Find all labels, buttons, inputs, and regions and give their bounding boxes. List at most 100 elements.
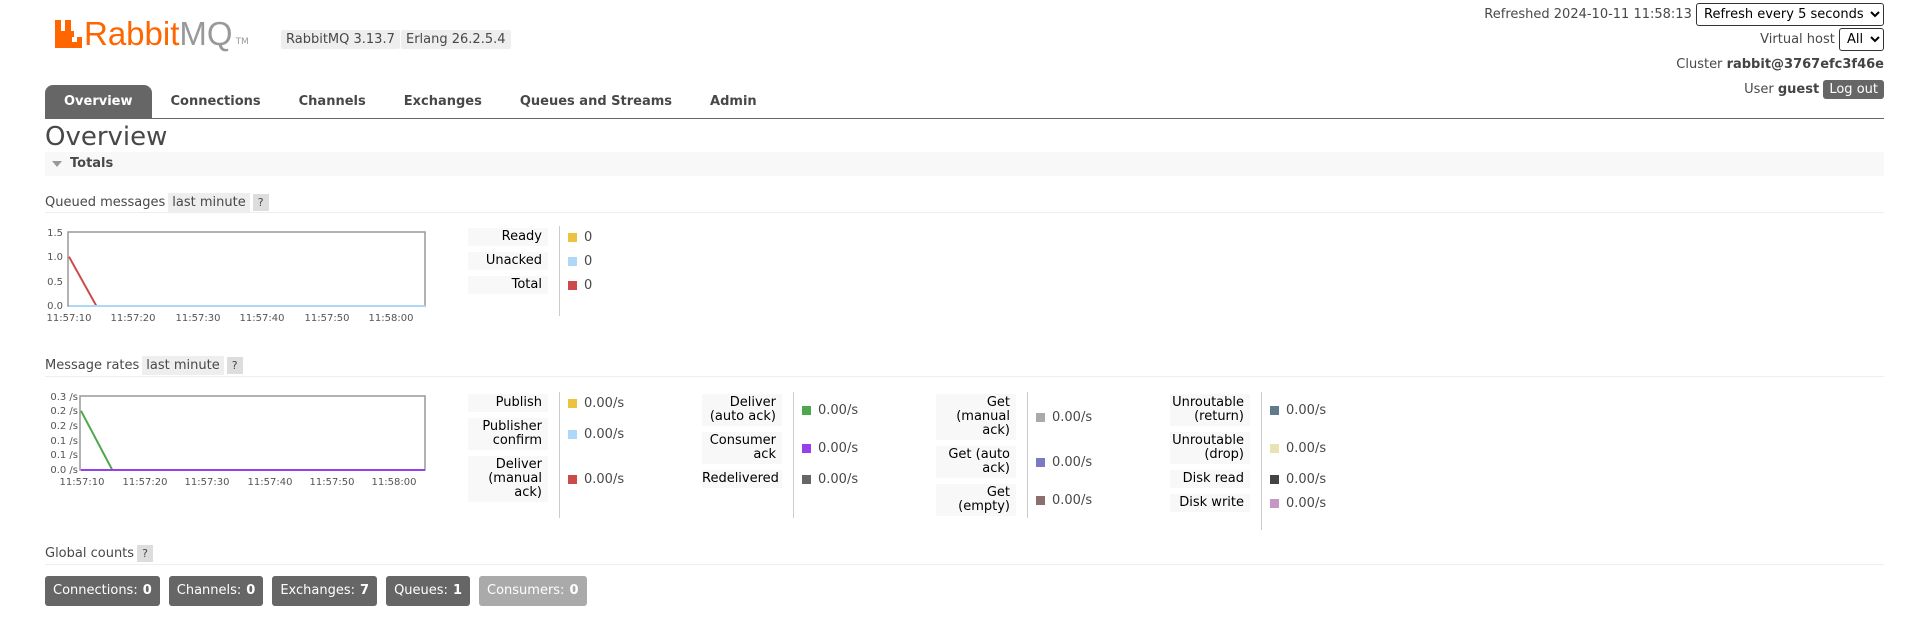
legend-row: Consumer ack 0.00/s xyxy=(702,432,858,464)
global-help-button[interactable]: ? xyxy=(137,545,153,562)
refreshed-label: Refreshed xyxy=(1484,7,1550,22)
legend-swatch xyxy=(1270,498,1279,508)
legend-label[interactable]: Deliver (manual ack) xyxy=(468,456,548,502)
global-count-exchanges[interactable]: Exchanges: 7 xyxy=(272,576,378,606)
x-tick-label: 11:58:00 xyxy=(372,477,417,488)
legend-value-text: 0.00/s xyxy=(1286,440,1327,456)
main-tabs: Overview Connections Channels Exchanges … xyxy=(45,85,776,118)
legend-label[interactable]: Redelivered xyxy=(702,470,782,488)
global-count-connections[interactable]: Connections: 0 xyxy=(45,576,160,606)
tab-admin[interactable]: Admin xyxy=(691,85,776,118)
legend-label[interactable]: Get (auto ack) xyxy=(936,446,1016,478)
logo-text: RabbitMQ xyxy=(84,15,233,52)
legend-label[interactable]: Disk write xyxy=(1170,494,1250,512)
x-tick-label: 11:57:30 xyxy=(176,313,221,324)
legend-separator xyxy=(793,392,794,518)
legend-swatch xyxy=(1270,405,1279,415)
legend-swatch xyxy=(802,443,811,453)
rates-legend-group: Deliver (auto ack) 0.00/s Consumer ack 0.00… xyxy=(702,394,858,494)
message-rates-title: Message rates last minute? xyxy=(45,356,243,375)
rates-legend-group: Get (manual ack) 0.00/s Get (auto ack) 0.00… xyxy=(936,394,1092,522)
legend-label[interactable]: Ready xyxy=(468,228,548,246)
legend-row: Get (manual ack) 0.00/s xyxy=(936,394,1092,440)
legend-value: 0.00/s xyxy=(1036,493,1092,508)
rabbitmq-logo[interactable]: RabbitMQ TM xyxy=(55,10,249,50)
legend-separator xyxy=(1027,392,1028,518)
legend-value: 0.00/s xyxy=(1270,496,1326,511)
logout-button[interactable]: Log out xyxy=(1823,80,1884,99)
tab-connections[interactable]: Connections xyxy=(152,85,280,118)
legend-swatch xyxy=(802,405,811,415)
legend-label[interactable]: Get (manual ack) xyxy=(936,394,1016,440)
queued-range-link[interactable]: last minute xyxy=(168,193,250,212)
y-tick-label: 0.2 /s xyxy=(50,406,78,417)
y-tick-label: 0.0 xyxy=(47,301,63,312)
x-tick-label: 11:57:30 xyxy=(185,477,230,488)
legend-label[interactable]: Total xyxy=(468,276,548,294)
rates-range-link[interactable]: last minute xyxy=(142,356,224,375)
refreshed-time: 2024-10-11 11:58:13 xyxy=(1553,7,1692,22)
totals-label: Totals xyxy=(70,156,114,171)
legend-swatch xyxy=(1036,412,1045,422)
x-tick-label: 11:57:20 xyxy=(123,477,168,488)
global-count-value: 0 xyxy=(142,583,152,598)
queued-help-button[interactable]: ? xyxy=(252,194,269,211)
legend-value: 0 xyxy=(568,254,592,269)
legend-separator xyxy=(1261,392,1262,530)
legend-value: 0.00/s xyxy=(802,403,858,418)
legend-row: Disk write 0.00/s xyxy=(1170,494,1326,512)
refresh-interval-select[interactable]: Refresh every 5 seconds xyxy=(1696,3,1884,26)
legend-label[interactable]: Consumer ack xyxy=(702,432,782,464)
global-count-consumers[interactable]: Consumers: 0 xyxy=(479,576,587,606)
legend-swatch xyxy=(568,474,577,484)
legend-swatch xyxy=(1036,457,1045,467)
virtual-host-select[interactable]: All xyxy=(1839,28,1884,51)
legend-label[interactable]: Publisher confirm xyxy=(468,418,548,450)
global-count-channels[interactable]: Channels: 0 xyxy=(168,576,264,606)
x-tick-label: 11:57:50 xyxy=(305,313,350,324)
global-count-value: 0 xyxy=(246,583,256,598)
legend-value-text: 0.00/s xyxy=(818,402,859,418)
rates-help-button[interactable]: ? xyxy=(226,357,243,374)
logo-trademark: TM xyxy=(235,37,249,47)
legend-value-text: 0.00/s xyxy=(1286,495,1327,511)
legend-value: 0.00/s xyxy=(802,441,858,456)
tab-queues-and-streams[interactable]: Queues and Streams xyxy=(501,85,691,118)
legend-label[interactable]: Deliver (auto ack) xyxy=(702,394,782,426)
global-count-label: Queues: xyxy=(394,583,448,598)
queued-messages-legend: Ready 0 Unacked 0 Total 0 xyxy=(468,228,592,300)
legend-row: Unacked 0 xyxy=(468,252,592,270)
y-tick-label: 0.1 /s xyxy=(50,450,78,461)
legend-label[interactable]: Unacked xyxy=(468,252,548,270)
totals-section-toggle[interactable]: Totals xyxy=(45,152,1884,176)
legend-value-text: 0 xyxy=(584,253,593,269)
legend-label[interactable]: Publish xyxy=(468,394,548,412)
y-tick-label: 0.3 /s xyxy=(50,392,78,403)
legend-separator xyxy=(559,392,560,518)
tab-overview[interactable]: Overview xyxy=(45,85,152,118)
x-tick-label: 11:57:20 xyxy=(111,313,156,324)
legend-value: 0.00/s xyxy=(1270,403,1326,418)
legend-value: 0.00/s xyxy=(802,472,858,487)
legend-swatch xyxy=(1270,443,1279,453)
legend-row: Deliver (manual ack) 0.00/s xyxy=(468,456,624,502)
tab-exchanges[interactable]: Exchanges xyxy=(385,85,501,118)
legend-label[interactable]: Disk read xyxy=(1170,470,1250,488)
legend-separator xyxy=(559,226,560,316)
legend-row: Unroutable (drop) 0.00/s xyxy=(1170,432,1326,464)
x-tick-label: 11:57:10 xyxy=(47,313,92,324)
legend-label[interactable]: Unroutable (return) xyxy=(1170,394,1250,426)
global-count-queues[interactable]: Queues: 1 xyxy=(386,576,470,606)
global-count-value: 7 xyxy=(360,583,370,598)
user-name: guest xyxy=(1777,82,1820,97)
queued-messages-title: Queued messages last minute? xyxy=(45,193,269,212)
legend-value-text: 0.00/s xyxy=(818,440,859,456)
x-tick-labels: 11:57:10 11:57:20 11:57:30 11:57:40 11:5… xyxy=(47,313,414,324)
y-tick-label: 0.2 /s xyxy=(50,421,78,432)
legend-swatch xyxy=(1036,495,1045,505)
legend-label[interactable]: Get (empty) xyxy=(936,484,1016,516)
tab-channels[interactable]: Channels xyxy=(280,85,385,118)
x-tick-label: 11:57:40 xyxy=(248,477,293,488)
legend-label[interactable]: Unroutable (drop) xyxy=(1170,432,1250,464)
chart-frame xyxy=(67,231,426,307)
